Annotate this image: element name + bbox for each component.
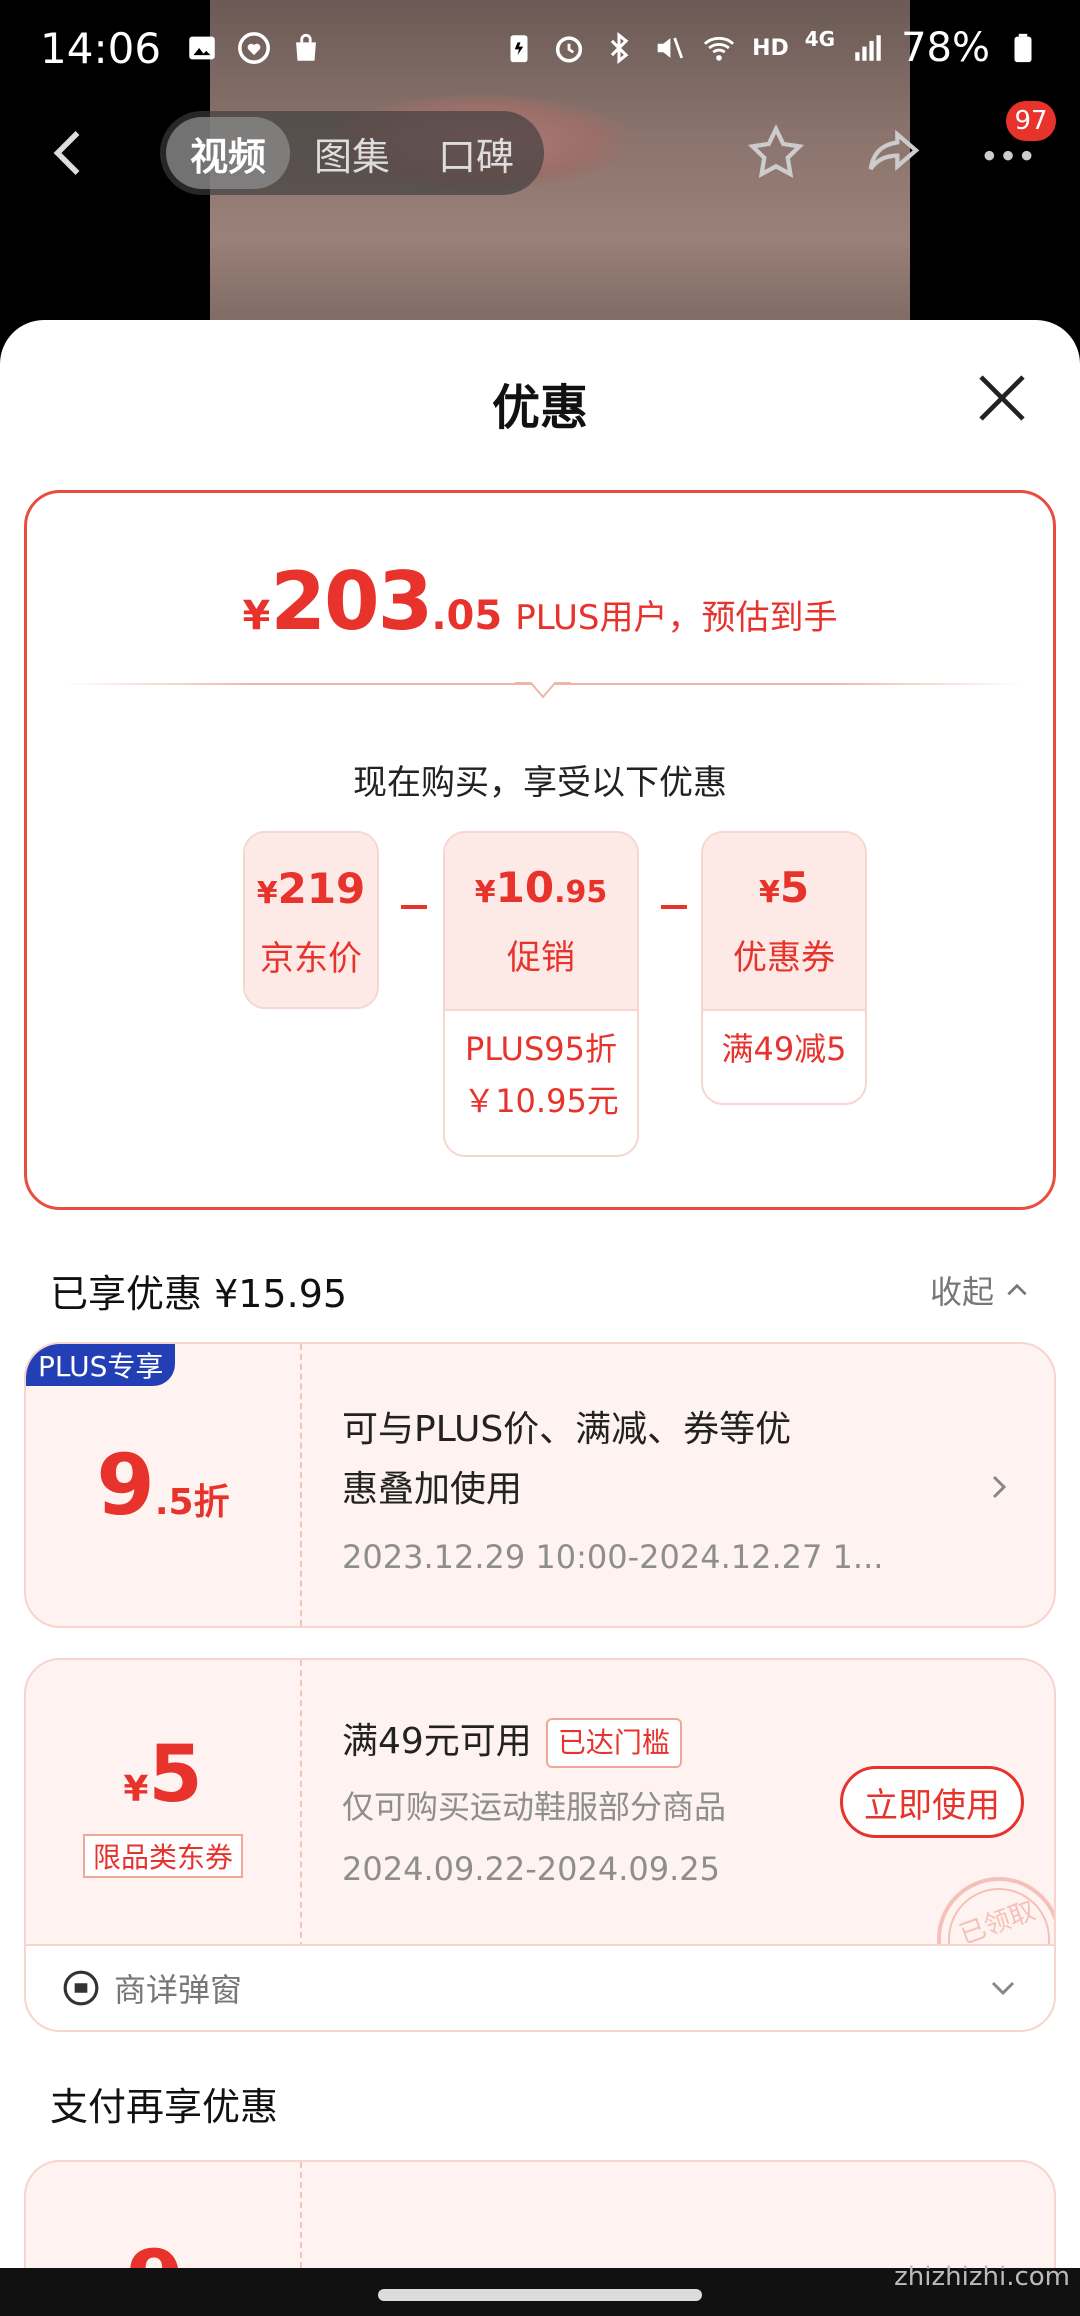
tab-gallery[interactable]: 图集 bbox=[290, 117, 414, 189]
video-area: 14:06 HD 4G 78% 视频 图集 口碑 97 bbox=[0, 0, 1080, 340]
svg-text:已领取: 已领取 bbox=[956, 1896, 1040, 1944]
minus-sign bbox=[401, 905, 427, 909]
media-tabs: 视频 图集 口碑 bbox=[160, 111, 545, 195]
alarm-icon bbox=[555, 36, 583, 63]
final-price: ¥203.05 PLUS用户，预估到手 bbox=[27, 555, 1053, 648]
tab-video[interactable]: 视频 bbox=[166, 117, 291, 189]
promotion-detail: PLUS95折 ￥10.95元 bbox=[445, 1009, 637, 1127]
share-icon[interactable] bbox=[860, 121, 924, 185]
shopping-bag-icon bbox=[296, 33, 316, 61]
plus-coupon-period: 2023.12.29 10:00-2024.12.27 1... bbox=[342, 1538, 884, 1576]
final-price-currency: ¥ bbox=[242, 593, 271, 639]
wifi-icon bbox=[703, 36, 735, 61]
coupon-detail: 满49减5 bbox=[703, 1009, 865, 1075]
nav-actions: 97 bbox=[744, 101, 1056, 185]
promotion-label: 促销 bbox=[507, 938, 575, 978]
enjoyed-title: 已享优惠 ¥15.95 bbox=[50, 1271, 348, 1316]
payment-section-title: 支付再享优惠 bbox=[50, 2085, 279, 2129]
top-nav: 视频 图集 口碑 97 bbox=[0, 101, 1080, 198]
system-icons: HD 4G 78% bbox=[502, 25, 1040, 71]
plus-exclusive-tag: PLUS专享 bbox=[26, 1344, 176, 1386]
mute-icon bbox=[657, 37, 684, 59]
coupon-label: 优惠券 bbox=[733, 938, 835, 978]
coupon-card: ¥5 优惠券 满49减5 bbox=[701, 831, 867, 1105]
plus-coupon-title: 可与PLUS价、满减、券等优 惠叠加使用 bbox=[342, 1409, 792, 1510]
message-badge: 97 bbox=[1006, 101, 1056, 141]
chevron-down-icon bbox=[991, 1981, 1015, 1996]
coupon-circle-icon bbox=[63, 1970, 99, 2006]
signal-icon bbox=[855, 35, 881, 61]
collapse-label: 收起 bbox=[929, 1273, 994, 1311]
coupon-head: ¥5 优惠券 bbox=[703, 833, 865, 1009]
plus-discount-coupon[interactable]: 9.5折 PLUS专享 可与PLUS价、满减、券等优 惠叠加使用 2023.12… bbox=[24, 1342, 1056, 1628]
heart-circle-icon bbox=[238, 32, 270, 64]
coupon-amount: ¥5 bbox=[758, 863, 810, 912]
plus-coupon-left: 9.5折 bbox=[26, 1344, 302, 1626]
price-summary-card: ¥203.05 PLUS用户，预估到手 现在购买，享受以下优惠 ¥219 京东价… bbox=[24, 490, 1056, 1210]
chevron-right-icon[interactable] bbox=[984, 1472, 1014, 1502]
jd-coupon-footer[interactable]: 商详弹窗 bbox=[26, 1944, 1054, 2030]
final-price-decimal: .05 bbox=[431, 593, 503, 639]
watermark: zhizhizhi.com bbox=[894, 2262, 1070, 2292]
buy-now-caption: 现在购买，享受以下优惠 bbox=[353, 763, 727, 803]
detail-popup-label: 商详弹窗 bbox=[114, 1971, 243, 2009]
promotion-card: ¥10.95 促销 PLUS95折 ￥10.95元 bbox=[443, 831, 639, 1157]
promotion-amount: ¥10.95 bbox=[474, 863, 608, 912]
jd-coupon: ¥5 限品类东券 满49元可用 已达门槛 仅可购买运动鞋服部分商品 2024.09… bbox=[24, 1658, 1056, 2032]
category-coupon-tag: 限品类东券 bbox=[82, 1834, 243, 1878]
plus-discount-value: 9.5折 bbox=[96, 1436, 230, 1534]
discount-sheet: 优惠 ¥203.05 PLUS用户，预估到手 现在购买，享受以下优惠 ¥219 … bbox=[0, 320, 1080, 2316]
plus-coupon-info: 可与PLUS价、满减、券等优 惠叠加使用 2023.12.29 10:00-20… bbox=[342, 1344, 1014, 1626]
use-now-button[interactable]: 立即使用 bbox=[840, 1766, 1024, 1838]
jd-price-head: ¥219 京东价 bbox=[245, 833, 377, 1007]
price-breakdown: ¥219 京东价 ¥10.95 促销 PLUS95折 ￥10.95元 ¥5 优惠… bbox=[243, 831, 883, 1171]
status-bar: 14:06 HD 4G 78% bbox=[0, 0, 1080, 96]
battery-percent: 78% bbox=[901, 25, 990, 71]
promotion-detail-line: ￥10.95元 bbox=[463, 1082, 619, 1120]
jd-coupon-condition: 满49元可用 已达门槛 bbox=[342, 1712, 1014, 1772]
promotion-head: ¥10.95 促销 bbox=[445, 833, 637, 1009]
minus-sign bbox=[661, 905, 687, 909]
network-type: 4G bbox=[804, 27, 836, 51]
enjoyed-header: 已享优惠 ¥15.95 收起 bbox=[50, 1260, 1030, 1320]
close-icon[interactable] bbox=[974, 370, 1030, 426]
gallery-icon bbox=[189, 36, 215, 60]
collapse-button[interactable]: 收起 bbox=[930, 1267, 1030, 1313]
jd-coupon-value: ¥5 bbox=[123, 1730, 203, 1820]
threshold-reached-tag: 已达门槛 bbox=[545, 1718, 682, 1768]
battery-icon bbox=[1014, 33, 1032, 63]
tab-reviews[interactable]: 口碑 bbox=[414, 117, 538, 189]
sheet-title: 优惠 bbox=[491, 380, 588, 436]
battery-saver-icon bbox=[510, 35, 528, 63]
jd-price-card: ¥219 京东价 bbox=[243, 831, 379, 1009]
status-time: 14:06 bbox=[40, 23, 162, 73]
back-arrow-icon[interactable] bbox=[40, 123, 100, 183]
divider-notch bbox=[515, 682, 571, 699]
claimed-stamp: 已领取 bbox=[937, 1877, 1054, 1944]
final-price-note: PLUS用户，预估到手 bbox=[515, 598, 838, 638]
final-price-integer: 203 bbox=[270, 555, 433, 648]
jd-price-amount: ¥219 bbox=[256, 864, 366, 913]
promotion-detail-line: PLUS95折 bbox=[465, 1030, 617, 1068]
jd-price-label: 京东价 bbox=[260, 939, 362, 979]
notification-icons bbox=[185, 31, 323, 65]
hd-indicator: HD bbox=[752, 35, 789, 61]
screen: 14:06 HD 4G 78% 视频 图集 口碑 97 优惠 ¥203.05 P… bbox=[0, 0, 1080, 2316]
chevron-up-icon bbox=[1007, 1283, 1027, 1296]
bluetooth-icon bbox=[610, 32, 629, 64]
jd-coupon-left: ¥5 限品类东券 bbox=[26, 1660, 302, 1948]
home-indicator[interactable] bbox=[378, 2289, 702, 2301]
star-icon[interactable] bbox=[744, 121, 808, 185]
